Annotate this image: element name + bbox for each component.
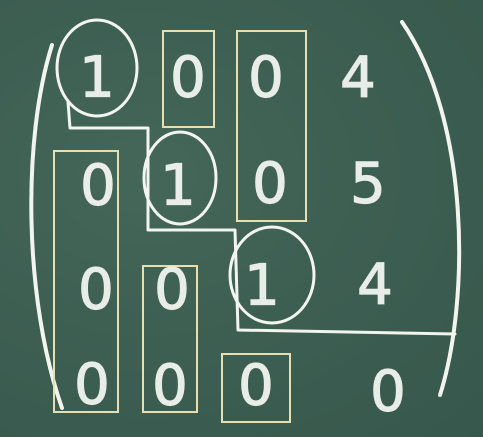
cell-r3c4: 4 bbox=[357, 253, 393, 318]
cell-r2c2: 1 bbox=[160, 154, 196, 219]
cell-r4c2: 0 bbox=[152, 354, 188, 419]
cell-r4c4: 0 bbox=[370, 360, 406, 425]
matrix-drawing: 1 0 0 4 0 1 0 5 0 0 1 4 0 0 0 0 bbox=[0, 0, 483, 437]
cell-r2c4: 5 bbox=[350, 152, 386, 217]
cell-r2c3: 0 bbox=[252, 152, 288, 217]
cell-r3c2: 0 bbox=[154, 258, 190, 323]
cell-r4c3: 0 bbox=[238, 354, 274, 419]
cell-r1c2: 0 bbox=[170, 46, 206, 111]
cell-r1c3: 0 bbox=[248, 46, 284, 111]
cell-r2c1: 0 bbox=[80, 154, 116, 219]
cell-r1c4: 4 bbox=[340, 46, 376, 111]
cell-r1c1: 1 bbox=[79, 46, 115, 111]
cell-r3c1: 0 bbox=[78, 258, 114, 323]
cell-r3c3: 1 bbox=[244, 254, 280, 319]
cell-r4c1: 0 bbox=[74, 353, 110, 418]
chalkboard: 1 0 0 4 0 1 0 5 0 0 1 4 0 0 0 0 bbox=[0, 0, 483, 437]
